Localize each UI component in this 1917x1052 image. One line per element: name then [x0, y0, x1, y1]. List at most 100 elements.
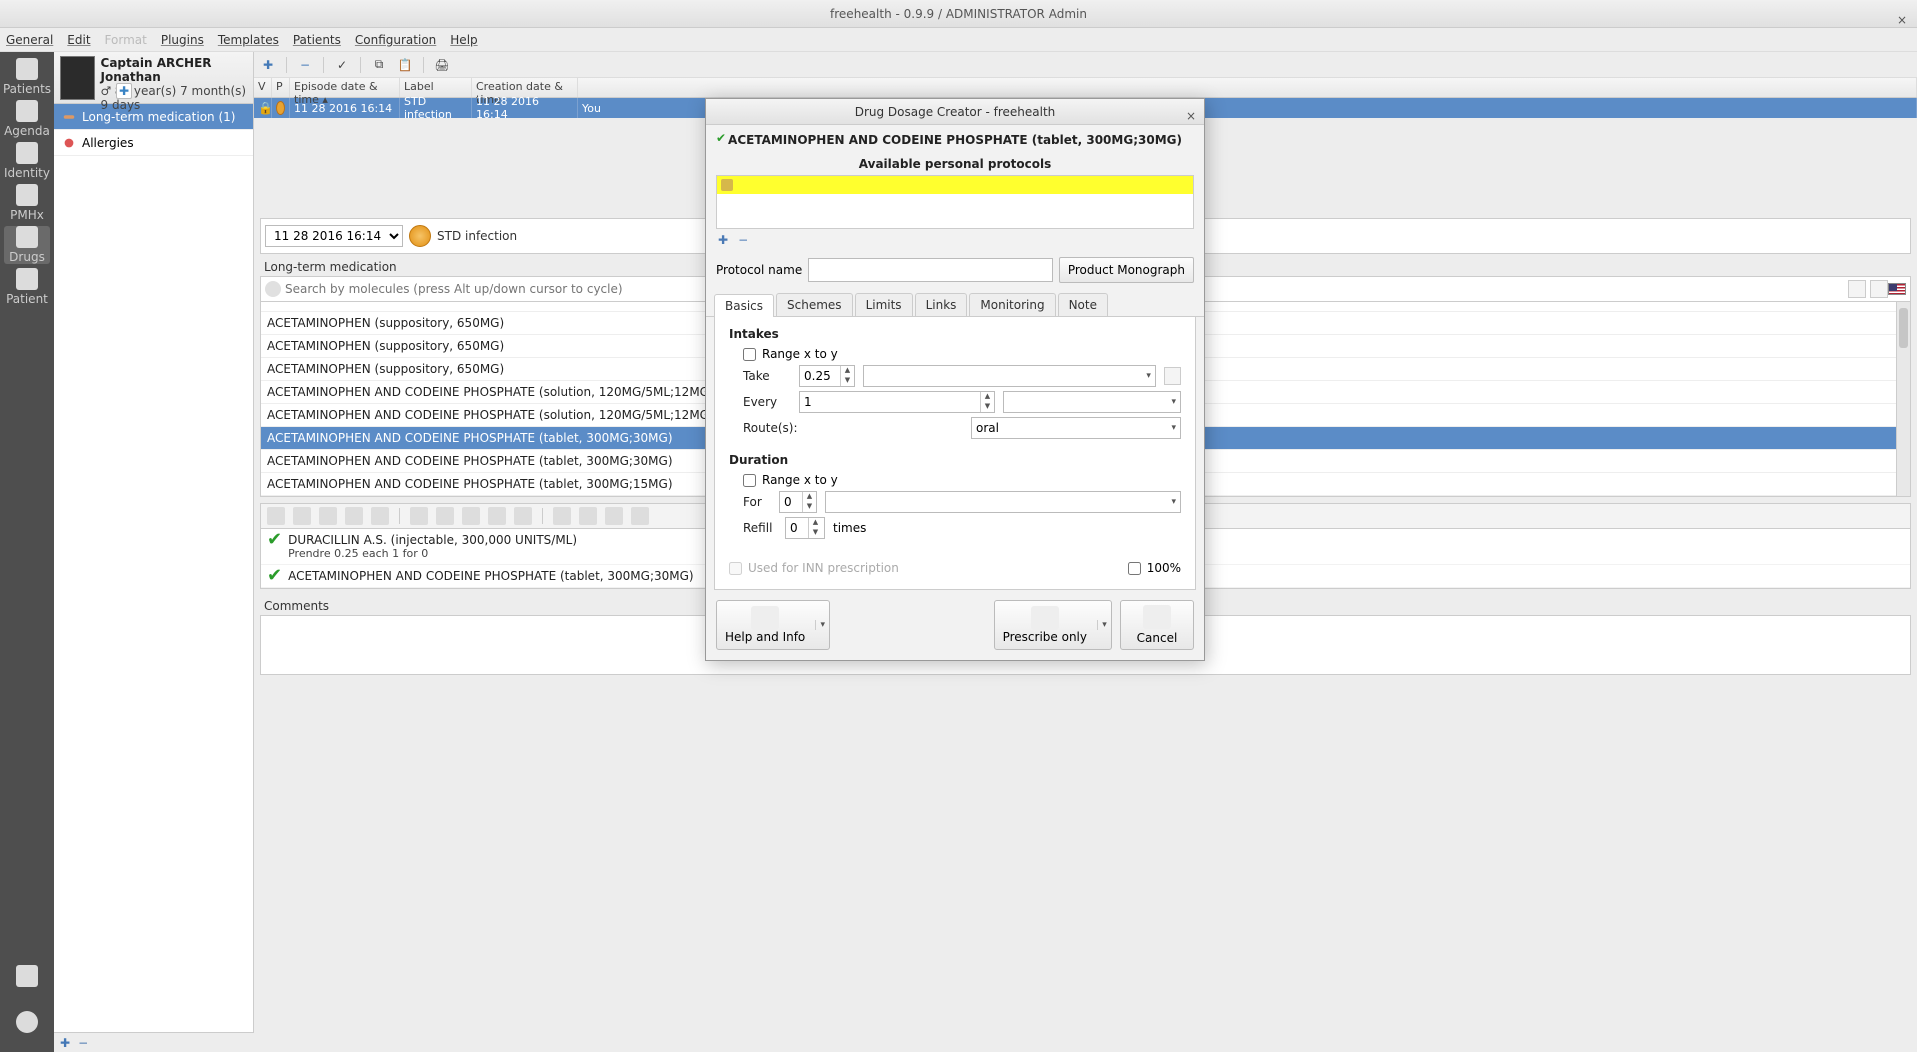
help-icon: [751, 606, 779, 630]
rx-print-icon[interactable]: [371, 507, 389, 525]
sidebar-item-agenda[interactable]: Agenda: [4, 100, 50, 138]
patients-icon: [16, 58, 38, 80]
search-tool-1-icon[interactable]: [1848, 280, 1866, 298]
rx-clear-icon[interactable]: [410, 507, 428, 525]
rx-back-icon[interactable]: [267, 507, 285, 525]
window-close-icon[interactable]: ×: [1897, 6, 1907, 34]
col-user[interactable]: [578, 78, 1917, 97]
flag-us-icon[interactable]: [1888, 283, 1906, 295]
for-unit-combo[interactable]: ▾: [825, 491, 1181, 513]
paste-episode-button[interactable]: 📋: [395, 55, 415, 75]
rx-interaction-icon[interactable]: [579, 507, 597, 525]
rx-detail: Prendre 0.25 each 1 for 0: [288, 547, 577, 560]
prescribe-only-button[interactable]: Prescribe only ▾: [994, 600, 1112, 650]
rx-open-icon[interactable]: [293, 507, 311, 525]
help-info-button[interactable]: Help and Info ▾: [716, 600, 830, 650]
rx-clock-icon[interactable]: [605, 507, 623, 525]
col-p[interactable]: P: [272, 78, 290, 97]
sidebar-item-drugs[interactable]: Drugs: [4, 226, 50, 264]
rx-sort-icon[interactable]: [514, 507, 532, 525]
episode-date-select[interactable]: 11 28 2016 16:14: [265, 225, 403, 247]
pct-label: 100%: [1147, 561, 1181, 575]
menu-format: Format: [105, 33, 147, 47]
check-icon: ✔: [716, 131, 726, 145]
take-edit-icon[interactable]: [1164, 367, 1181, 385]
rx-save-icon[interactable]: [319, 507, 337, 525]
rx-up-icon[interactable]: [488, 507, 506, 525]
refill-spinbox[interactable]: ▲▼: [785, 517, 825, 539]
routes-combo[interactable]: oral▾: [971, 417, 1181, 439]
refill-times-label: times: [833, 521, 866, 535]
intakes-range-checkbox[interactable]: [743, 348, 756, 361]
tab-monitoring[interactable]: Monitoring: [969, 293, 1055, 316]
nav-allergies[interactable]: Allergies: [54, 130, 253, 156]
rx-down-icon[interactable]: [462, 507, 480, 525]
every-label: Every: [743, 395, 791, 409]
cancel-button[interactable]: Cancel: [1120, 600, 1194, 650]
for-label: For: [743, 495, 771, 509]
protocol-list[interactable]: [716, 175, 1194, 229]
dialog-title: Drug Dosage Creator - freehealth: [855, 105, 1056, 119]
protocol-add-button[interactable]: ✚: [718, 233, 728, 247]
nav-add-button[interactable]: ✚: [60, 1036, 70, 1050]
protocols-header: Available personal protocols: [706, 151, 1204, 175]
dialog-tabs: Basics Schemes Limits Links Monitoring N…: [706, 293, 1204, 317]
menu-patients[interactable]: Patients: [293, 33, 341, 47]
validate-episode-button[interactable]: ✓: [332, 55, 352, 75]
search-tool-2-icon[interactable]: [1870, 280, 1888, 298]
menu-configuration[interactable]: Configuration: [355, 33, 436, 47]
sidebar-item-sync[interactable]: [4, 1004, 50, 1042]
nav-remove-button[interactable]: −: [78, 1036, 88, 1050]
menu-edit[interactable]: Edit: [67, 33, 90, 47]
identity-icon: [16, 142, 38, 164]
remove-episode-button[interactable]: −: [295, 55, 315, 75]
duration-range-label: Range x to y: [762, 473, 838, 487]
warning-icon: [276, 101, 285, 115]
col-date[interactable]: Episode date & time ▴: [290, 78, 400, 97]
menu-general[interactable]: General: [6, 33, 53, 47]
print-episode-button[interactable]: 🖨: [432, 55, 452, 75]
sidebar-item-patient[interactable]: Patient: [4, 268, 50, 306]
tab-note[interactable]: Note: [1058, 293, 1108, 316]
sidebar-item-pmhx[interactable]: PMHx: [4, 184, 50, 222]
duration-range-checkbox[interactable]: [743, 474, 756, 487]
add-patient-icon[interactable]: ✚: [116, 83, 132, 99]
take-unit-combo[interactable]: ▾: [863, 365, 1156, 387]
menu-help[interactable]: Help: [450, 33, 477, 47]
menu-templates[interactable]: Templates: [218, 33, 279, 47]
product-monograph-button[interactable]: Product Monograph: [1059, 257, 1194, 283]
inn-label: Used for INN prescription: [748, 561, 899, 575]
pct-checkbox[interactable]: [1128, 562, 1141, 575]
protocol-row[interactable]: [717, 176, 1193, 194]
tab-basics[interactable]: Basics: [714, 294, 774, 317]
rx-remove-icon[interactable]: [436, 507, 454, 525]
sidebar-item-identity[interactable]: Identity: [4, 142, 50, 180]
every-spinbox[interactable]: ▲▼: [799, 391, 995, 413]
intakes-range-label: Range x to y: [762, 347, 838, 361]
every-unit-combo[interactable]: ▾: [1003, 391, 1181, 413]
for-spinbox[interactable]: ▲▼: [779, 491, 817, 513]
prescribe-dropdown-icon[interactable]: ▾: [1097, 620, 1111, 630]
tab-links[interactable]: Links: [915, 293, 968, 316]
patient-photo: [60, 56, 95, 100]
help-dropdown-icon[interactable]: ▾: [815, 620, 829, 630]
search-icon: [265, 281, 281, 297]
take-spinbox[interactable]: ▲▼: [799, 365, 855, 387]
add-episode-button[interactable]: ✚: [258, 55, 278, 75]
protocol-edit-icon: [721, 179, 733, 191]
scrollbar[interactable]: [1896, 302, 1910, 496]
protocol-name-input[interactable]: [808, 258, 1053, 282]
rx-edit-icon[interactable]: [553, 507, 571, 525]
protocol-remove-button[interactable]: −: [738, 233, 748, 247]
tab-schemes[interactable]: Schemes: [776, 293, 853, 316]
menu-plugins[interactable]: Plugins: [161, 33, 204, 47]
sidebar-item-user[interactable]: [4, 958, 50, 996]
sync-icon: [16, 1011, 38, 1033]
rx-template-icon[interactable]: [345, 507, 363, 525]
rx-patient-icon[interactable]: [631, 507, 649, 525]
tab-limits[interactable]: Limits: [855, 293, 913, 316]
sidebar-item-patients[interactable]: Patients: [4, 58, 50, 96]
pill-icon: [62, 110, 76, 124]
copy-episode-button[interactable]: ⧉: [369, 55, 389, 75]
col-v[interactable]: V: [254, 78, 272, 97]
